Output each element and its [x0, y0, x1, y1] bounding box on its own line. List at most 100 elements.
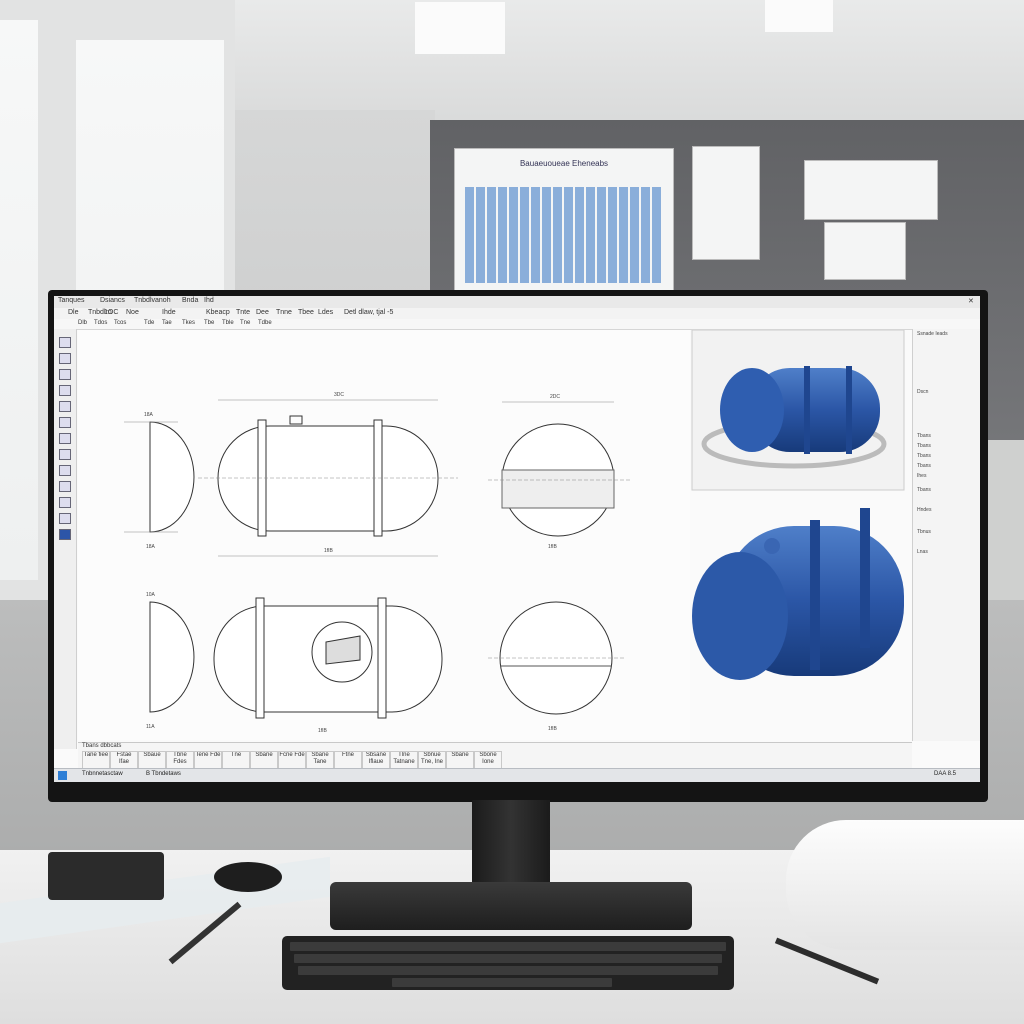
menu-item[interactable]: Tbee [298, 309, 314, 316]
menu-item[interactable]: 1OC [104, 309, 118, 316]
tool-strip [54, 329, 77, 749]
tool-icon[interactable] [59, 337, 71, 348]
table-cell[interactable]: Fcne Fde [278, 751, 306, 769]
table-cell[interactable]: Sbane [250, 751, 278, 769]
table-cell[interactable]: Tane fiee [82, 751, 110, 769]
map-poster [824, 222, 906, 280]
menu-item[interactable]: Ihde [162, 309, 176, 316]
menu-item[interactable]: Dle [68, 309, 79, 316]
title-item[interactable]: Ihd [204, 297, 214, 304]
panel-item[interactable]: Hndes [917, 507, 931, 513]
panel-item[interactable]: Tbans [917, 453, 931, 459]
window-pane [0, 20, 38, 580]
toolbar-item[interactable]: Tne [240, 320, 250, 326]
dimension-label: 1fIB [318, 728, 328, 734]
tool-icon[interactable] [59, 449, 71, 460]
ceiling-light [765, 0, 833, 32]
dimension-label: 11A [146, 724, 155, 730]
panel-item[interactable]: Tbnus [917, 529, 931, 535]
tool-icon[interactable] [59, 513, 71, 524]
dimension-label: 18A [144, 412, 154, 418]
toolbar-item[interactable]: Tbe [204, 320, 214, 326]
end-view-bottom [149, 601, 195, 713]
tool-icon[interactable] [59, 481, 71, 492]
menu-item[interactable]: Tnne [276, 309, 292, 316]
tool-icon[interactable] [59, 465, 71, 476]
table-cell[interactable]: Sbane [446, 751, 474, 769]
taskbar-item[interactable]: B Tbndetaws [146, 771, 181, 777]
tool-icon[interactable] [59, 353, 71, 364]
toolbar-item[interactable]: Tdbe [258, 320, 272, 326]
toolbar-item[interactable]: Tcos [114, 320, 126, 326]
tool-icon[interactable] [59, 497, 71, 508]
menu-item[interactable]: Detl dlaw, tjal -5 [344, 309, 393, 316]
key-row [294, 954, 722, 963]
panel-item[interactable]: Tbans [917, 463, 931, 469]
title-item[interactable]: Tnbdlvanoh [134, 297, 171, 304]
table-cell[interactable]: Sbnue Tne, Ine [418, 751, 446, 769]
keyboard[interactable] [282, 936, 734, 990]
panel-item[interactable]: Ihes [917, 473, 926, 479]
periodic-table-poster: Bauaeuoueae Eheneabs [454, 148, 674, 302]
menu-item[interactable]: Kbeacp [206, 309, 230, 316]
monitor-stand-base [330, 882, 692, 930]
close-icon[interactable]: ✕ [968, 297, 974, 305]
panel-header: Ssnade Ieads [917, 331, 948, 337]
panel-item[interactable]: Lnas [917, 549, 928, 555]
panel-item[interactable]: Dscn [917, 389, 928, 395]
technical-drawing: 3DC 2DC 1fIB 1fIB 1fIB 1fIB 18A 18A 10A … [124, 392, 630, 734]
dimension-label: 1fIB [548, 726, 558, 732]
screen: Tanques Dsiancs Tnbdlvanoh Bnda Ihd ✕ Dl… [54, 296, 980, 782]
dimension-label: 2DC [550, 394, 560, 400]
toolbar-item[interactable]: Dlb [78, 320, 87, 326]
tool-icon[interactable] [59, 433, 71, 444]
dimension-label: 18A [146, 544, 156, 550]
tool-icon[interactable] [59, 417, 71, 428]
title-item[interactable]: Dsiancs [100, 297, 125, 304]
toolbar-item[interactable]: Tae [162, 320, 172, 326]
toolbar-item[interactable]: Tble [222, 320, 234, 326]
table-cell[interactable]: Tene Fde [194, 751, 222, 769]
panel-item[interactable]: Tbans [917, 433, 931, 439]
table-cell[interactable]: Sbane Tane [306, 751, 334, 769]
space-bar [392, 978, 612, 987]
table-cell[interactable]: Tbne Fdes [166, 751, 194, 769]
table-cell[interactable]: Sbsane Iflaue [362, 751, 390, 769]
toolbar-item[interactable]: Tkes [182, 320, 195, 326]
side-view-bottom [213, 597, 443, 719]
tool-icon[interactable] [59, 385, 71, 396]
tank-model-large [692, 508, 904, 680]
panel-item[interactable]: Tbans [917, 487, 931, 493]
periodic-table-title: Bauaeuoueae Eheneabs [519, 159, 609, 168]
rolled-blueprints [786, 820, 1024, 950]
title-item[interactable]: Bnda [182, 297, 198, 304]
side-view-top [198, 399, 458, 557]
menu-item[interactable]: Dee [256, 309, 269, 316]
3d-viewport[interactable] [690, 330, 912, 740]
toolbar-item[interactable]: Tde [144, 320, 154, 326]
table-cell[interactable]: Fstae Ifae [110, 751, 138, 769]
tape-roll [214, 862, 282, 892]
toolbar-item[interactable]: Tdos [94, 320, 107, 326]
drawing-canvas[interactable]: 3DC 2DC 1fIB 1fIB 1fIB 1fIB 18A 18A 10A … [78, 330, 690, 740]
properties-panel: Ssnade Ieads Dscn Tbans Tbans Tbans Tban… [912, 329, 980, 741]
section-view-bottom [488, 601, 626, 715]
table-cell[interactable]: Sbaue [138, 751, 166, 769]
chart-poster [804, 160, 938, 220]
menu-item[interactable]: Ldes [318, 309, 333, 316]
taskbar-item[interactable]: Tnbnnetasctaw [82, 771, 123, 777]
toolbar: Dlb Tdos Tcos Tde Tae Tkes Tbe Tble Tne … [54, 319, 980, 330]
tool-icon[interactable] [59, 369, 71, 380]
measuring-block [48, 852, 164, 900]
panel-item[interactable]: Tbans [917, 443, 931, 449]
table-cell[interactable]: Tne [222, 751, 250, 769]
tool-icon[interactable] [59, 401, 71, 412]
table-cell[interactable]: Ftne [334, 751, 362, 769]
table-cell[interactable]: Tlne Tatnane [390, 751, 418, 769]
start-icon[interactable] [58, 771, 67, 780]
menu-item[interactable]: Noe [126, 309, 139, 316]
tool-icon[interactable] [59, 529, 71, 540]
table-cell[interactable]: Sbone Ione [474, 751, 502, 769]
taskbar: Tnbnnetasctaw B Tbndetaws DAA 8.5 [54, 768, 980, 782]
menu-item[interactable]: Tnte [236, 309, 250, 316]
